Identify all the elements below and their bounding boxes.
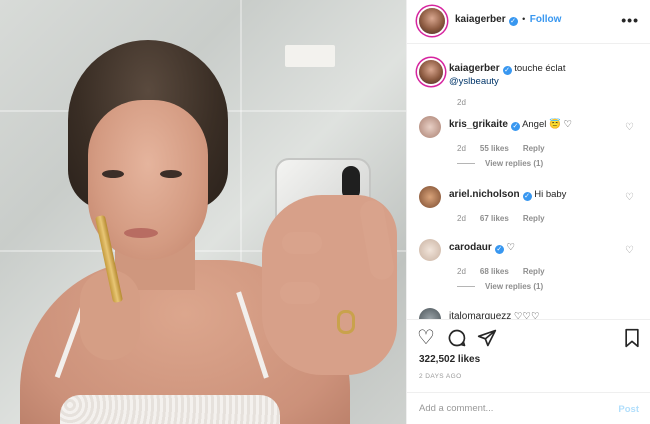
verified-badge-icon: ✓ (502, 66, 512, 75)
comment-likes[interactable]: 68 likes (480, 267, 509, 276)
dash-line (457, 286, 475, 288)
more-options-icon[interactable]: ••• (621, 12, 639, 28)
commenter-avatar[interactable] (419, 116, 441, 138)
comment-likes[interactable]: 55 likes (480, 144, 509, 153)
commenter-avatar[interactable] (419, 239, 441, 261)
post-actions: ♡ 322,502 likes 2 DAYS AGO Post (407, 319, 650, 424)
caption: kaiagerber ✓ touche éclat @yslbeauty 2d (419, 60, 644, 120)
bookmark-icon[interactable] (623, 328, 641, 352)
follow-button[interactable]: Follow (530, 14, 562, 25)
post-header: kaiagerber ✓ • Follow ••• (407, 0, 650, 44)
comment-item: carodaur ✓ ♡ ♡ 2d 68 likes Reply View repli… (419, 237, 644, 297)
verified-badge-icon: ✓ (494, 245, 504, 254)
comment-text: ariel.nicholson ✓ Hi baby (449, 188, 566, 201)
comment-likes[interactable]: 67 likes (480, 214, 509, 223)
like-heart-icon[interactable]: ♡ (417, 328, 435, 348)
comment-body: ♡ (506, 242, 515, 253)
caption-username[interactable]: kaiagerber (449, 63, 500, 74)
ceiling-light (285, 45, 335, 67)
comment-item: ariel.nicholson ✓ Hi baby ♡ 2d 67 likes Rep… (419, 184, 644, 229)
verified-badge-icon: ✓ (522, 192, 532, 201)
post-comment-button[interactable]: Post (618, 404, 639, 415)
lace-top (60, 395, 280, 424)
author-line: kaiagerber ✓ • Follow (455, 14, 561, 26)
commenter-username[interactable]: carodaur (449, 242, 492, 253)
comment-like-heart-icon[interactable]: ♡ (625, 122, 634, 133)
post-side-panel: kaiagerber ✓ • Follow ••• kaiagerber ✓ tou… (406, 0, 650, 424)
caption-text: kaiagerber ✓ touche éclat @yslbeauty (449, 62, 639, 88)
comment-icon[interactable] (447, 328, 467, 352)
comment-like-heart-icon[interactable]: ♡ (625, 245, 634, 256)
comment-item: kris_grikaite ✓ Angel 😇 ♡ ♡ 2d 55 likes Rep… (419, 114, 644, 174)
reply-button[interactable]: Reply (523, 214, 545, 223)
caption-mention[interactable]: @yslbeauty (449, 76, 499, 87)
view-replies-button[interactable]: View replies (1) (457, 282, 543, 291)
comment-body: ♡♡♡ (513, 311, 540, 319)
gold-ring (337, 310, 355, 334)
comment-text: carodaur ✓ ♡ (449, 241, 515, 254)
commenter-username[interactable]: italomarquezz (449, 311, 511, 319)
verified-badge-icon: ✓ (510, 122, 520, 131)
caption-avatar[interactable] (419, 60, 443, 84)
commenter-username[interactable]: ariel.nicholson (449, 189, 520, 200)
finger (282, 232, 322, 254)
post-photo[interactable]: ● (0, 0, 406, 424)
comments-list[interactable]: kaiagerber ✓ touche éclat @yslbeauty 2d k… (407, 44, 650, 319)
comment-body: Angel 😇 ♡ (522, 119, 572, 130)
commenter-avatar[interactable] (419, 186, 441, 208)
finger (280, 282, 320, 304)
post-date: 2 DAYS AGO (419, 373, 462, 380)
comment-meta: 2d 55 likes Reply (457, 144, 545, 153)
comment-meta: 2d 68 likes Reply (457, 267, 545, 276)
verified-badge-icon: ✓ (508, 17, 518, 26)
comment-like-heart-icon[interactable]: ♡ (625, 192, 634, 203)
commenter-avatar[interactable] (419, 308, 441, 319)
share-icon[interactable] (477, 328, 497, 352)
caption-body: touche éclat (514, 63, 566, 74)
comment-input[interactable] (419, 403, 599, 414)
author-avatar[interactable] (419, 8, 445, 34)
lips (124, 228, 158, 238)
likes-count[interactable]: 322,502 likes (419, 354, 480, 365)
comment-text: kris_grikaite ✓ Angel 😇 ♡ (449, 118, 572, 131)
author-username[interactable]: kaiagerber (455, 14, 506, 25)
left-eye (102, 170, 124, 178)
dot-separator: • (522, 14, 526, 24)
right-eye (160, 170, 182, 178)
reply-button[interactable]: Reply (523, 267, 545, 276)
dash-line (457, 163, 475, 165)
caption-time: 2d (457, 98, 466, 107)
view-replies-button[interactable]: View replies (1) (457, 159, 543, 168)
comment-meta: 2d 67 likes Reply (457, 214, 545, 223)
reply-button[interactable]: Reply (523, 144, 545, 153)
comment-text: italomarquezz ♡♡♡ (449, 310, 539, 319)
commenter-username[interactable]: kris_grikaite (449, 119, 508, 130)
comment-body: Hi baby (534, 189, 567, 200)
add-comment-bar: Post (407, 392, 650, 424)
comment-item: italomarquezz ♡♡♡ (419, 306, 644, 319)
